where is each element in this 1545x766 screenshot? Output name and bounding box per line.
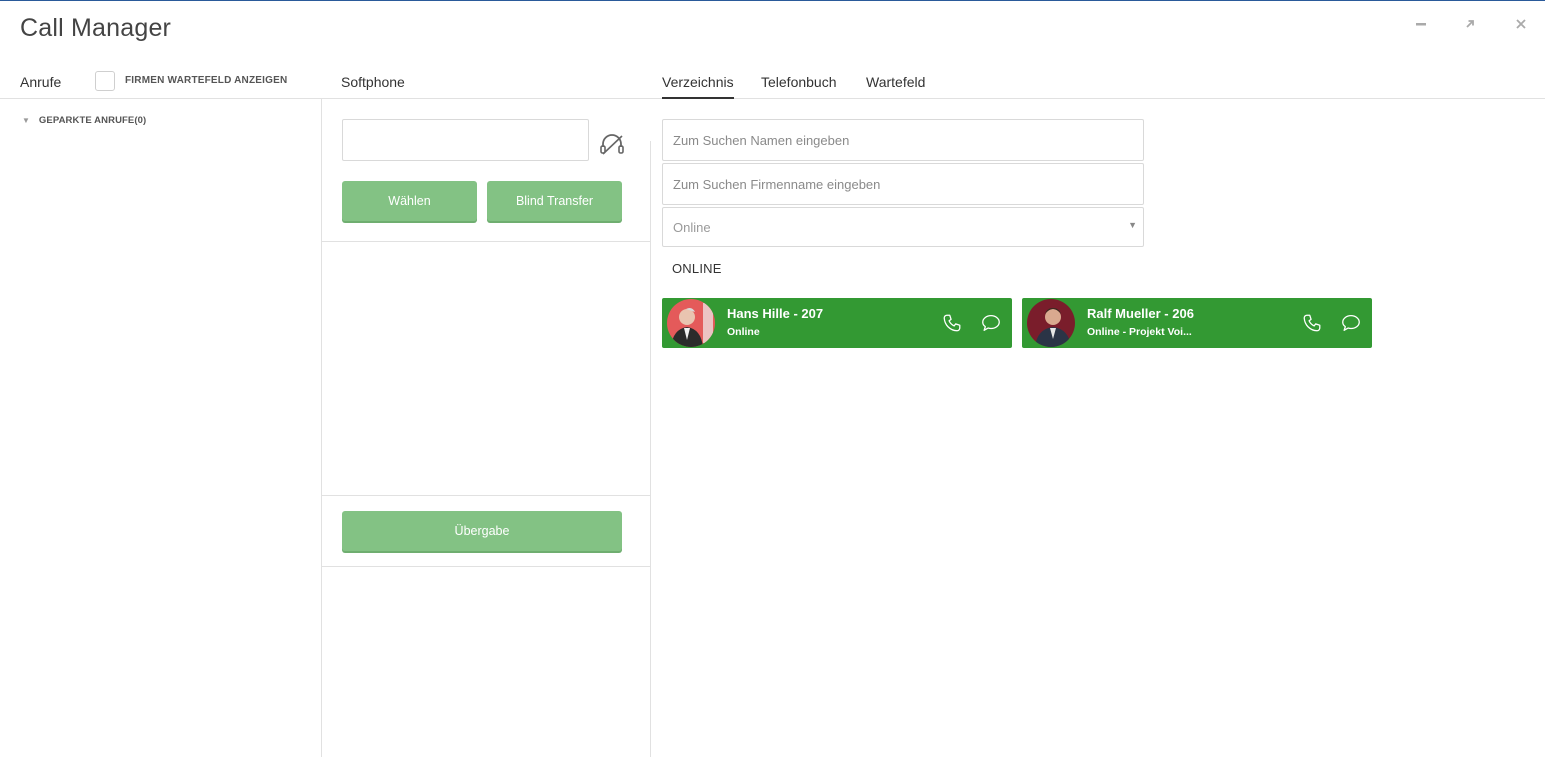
search-name-input[interactable] (662, 119, 1144, 161)
tab-softphone[interactable]: Softphone (341, 74, 405, 90)
tab-bar: Anrufe FIRMEN WARTEFELD ANZEIGEN Softpho… (0, 61, 1545, 99)
contact-name: Hans Hille - 207 (727, 306, 824, 321)
parked-calls-toggle[interactable]: ▼ GEPARKTE ANRUFE(0) (22, 115, 146, 126)
column-divider-left (321, 99, 322, 757)
contact-card[interactable]: Ralf Mueller - 206 Online - Projekt Voi.… (1022, 298, 1372, 348)
section-title-online: ONLINE (672, 261, 722, 276)
maximize-icon[interactable] (1460, 14, 1480, 34)
window-title: Call Manager (20, 14, 172, 42)
search-company-input[interactable] (662, 163, 1144, 205)
transfer-button[interactable]: Übergabe (342, 511, 622, 551)
softphone-divider-3 (322, 566, 650, 567)
tab-wartefeld[interactable]: Wartefeld (866, 74, 925, 90)
phone-icon[interactable] (941, 312, 963, 334)
company-queue-checkbox-label[interactable]: FIRMEN WARTEFELD ANZEIGEN (125, 75, 287, 86)
contact-name: Ralf Mueller - 206 (1087, 306, 1194, 321)
tab-verzeichnis[interactable]: Verzeichnis (662, 74, 734, 99)
dropdown-arrow-icon: ▼ (1128, 220, 1137, 230)
dial-number-input[interactable] (342, 119, 589, 161)
contact-status: Online (727, 326, 760, 338)
status-filter-select[interactable]: Online ▼ (662, 207, 1144, 247)
contact-status: Online - Projekt Voi... (1087, 326, 1192, 338)
call-manager-window: Call Manager Anrufe FIRMEN WARTEFELD ANZ… (0, 0, 1545, 766)
status-filter-value: Online (673, 220, 711, 235)
minimize-icon[interactable] (1411, 14, 1431, 34)
column-divider-right (650, 141, 651, 757)
dial-button[interactable]: Wählen (342, 181, 477, 221)
parked-calls-label: GEPARKTE ANRUFE(0) (38, 115, 147, 126)
triangle-down-icon: ▼ (22, 116, 30, 125)
softphone-divider-2 (322, 495, 650, 496)
tab-telefonbuch[interactable]: Telefonbuch (761, 74, 837, 90)
company-queue-checkbox[interactable] (95, 71, 115, 91)
headset-off-icon[interactable] (598, 130, 626, 158)
avatar (1027, 299, 1075, 347)
close-icon[interactable] (1511, 14, 1531, 34)
tab-anrufe[interactable]: Anrufe (20, 74, 61, 90)
blind-transfer-button[interactable]: Blind Transfer (487, 181, 622, 221)
phone-icon[interactable] (1301, 312, 1323, 334)
chat-icon[interactable] (980, 312, 1002, 334)
chat-icon[interactable] (1340, 312, 1362, 334)
avatar (667, 299, 715, 347)
contact-card[interactable]: Hans Hille - 207 Online (662, 298, 1012, 348)
softphone-divider-1 (322, 241, 650, 242)
